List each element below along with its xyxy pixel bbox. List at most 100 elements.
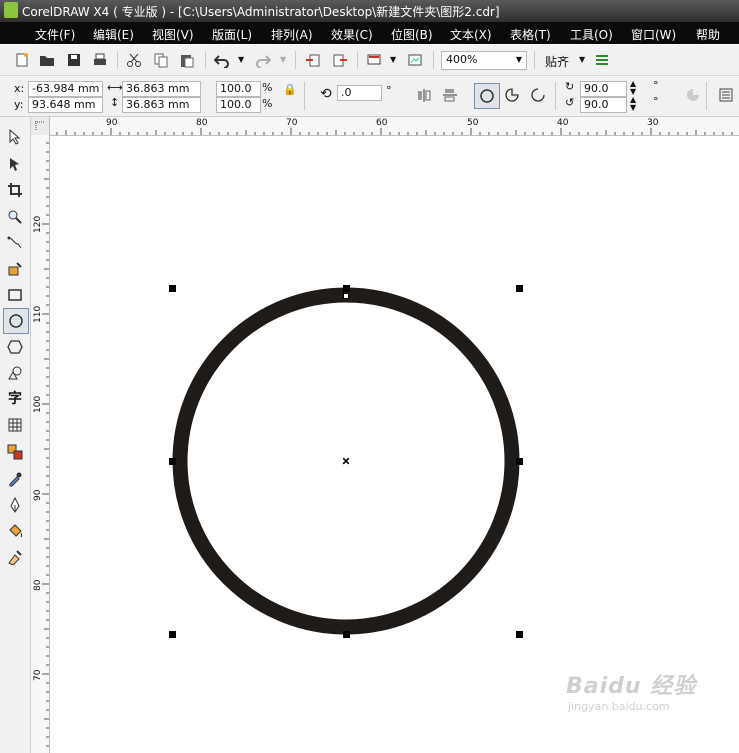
pick-tool[interactable] [5,127,25,147]
selection-handle-top[interactable] [343,285,350,292]
ruler-origin-icon [35,121,45,131]
undo-icon [214,55,229,68]
ellipse-node-handle[interactable] [343,293,349,299]
mirror-horizontal-icon [418,89,431,102]
import-button[interactable] [303,50,323,70]
redo-button[interactable] [253,50,273,70]
interactive-blend-tool[interactable] [5,442,25,462]
selection-handle-right[interactable] [516,458,523,465]
x-position-field[interactable]: -63.984 mm [28,81,103,97]
launcher-dropdown-icon[interactable]: ▼ [390,55,396,64]
options-button[interactable] [592,50,612,70]
smart-fill-tool[interactable] [5,259,25,279]
export-button[interactable] [330,50,350,70]
shape-tool[interactable] [5,154,25,174]
rectangle-tool[interactable] [5,285,25,305]
menu-bitmaps[interactable]: 位图(B) [391,26,433,43]
width-field[interactable]: 36.863 mm [122,81,201,97]
basic-shapes-tool[interactable] [5,363,25,383]
y-position-field[interactable]: 93.648 mm [28,97,103,113]
menu-arrange[interactable]: 排列(A) [271,26,313,43]
scale-y-field[interactable]: 100.0 [216,97,261,113]
rotation-angle-field[interactable]: .0 [337,85,382,101]
freehand-tool[interactable] [5,233,25,253]
open-button[interactable] [37,50,57,70]
selection-handle-bottom-left[interactable] [169,631,176,638]
lock-ratio-icon[interactable]: 🔒 [283,83,297,96]
selection-handle-bottom-right[interactable] [516,631,523,638]
toolbar-separator [555,82,556,110]
menu-layout[interactable]: 版面(L) [212,26,252,43]
selection-handle-bottom[interactable] [343,631,350,638]
pointer-arrow-icon [9,129,21,145]
arc-mode-button[interactable] [528,85,548,105]
fill-tool[interactable] [5,521,25,541]
ellipse-mode-button[interactable] [474,83,500,109]
vertical-ruler[interactable]: 120 110 100 90 80 70 [31,135,50,753]
zoom-tool[interactable] [5,207,25,227]
save-button[interactable] [64,50,84,70]
menu-table[interactable]: 表格(T) [510,26,551,43]
table-tool[interactable] [5,415,25,435]
new-document-button[interactable] [12,50,32,70]
menu-help[interactable]: 帮助 [696,26,720,43]
arc-icon [531,88,545,102]
menu-edit[interactable]: 编辑(E) [93,26,134,43]
cut-button[interactable] [124,50,144,70]
height-field[interactable]: 36.863 mm [122,97,201,113]
direction-toggle-button[interactable] [683,85,703,105]
undo-dropdown-icon[interactable]: ▼ [238,55,244,64]
menu-text[interactable]: 文本(X) [450,26,492,43]
redo-dropdown-icon[interactable]: ▼ [280,55,286,64]
crop-tool[interactable] [5,180,25,200]
snap-to-button[interactable]: 贴齐 [545,53,569,70]
pie-mode-button[interactable] [502,85,522,105]
toolbar-separator [117,51,118,69]
snap-dropdown-icon[interactable]: ▼ [579,55,585,64]
horizontal-ruler[interactable]: 90 80 70 60 50 40 30 [31,117,739,136]
zoom-level-select[interactable]: 400% ▼ [441,51,527,70]
freehand-icon [7,236,22,249]
wrap-text-icon [719,88,733,102]
print-button[interactable] [90,50,110,70]
start-angle-spinner[interactable]: ▲ ▼ [630,80,636,96]
end-angle-field[interactable]: 90.0 [580,97,627,113]
application-launcher-button[interactable] [364,50,384,70]
polygon-tool[interactable] [5,337,25,357]
zoom-level-value: 400% [446,53,478,66]
selection-handle-top-left[interactable] [169,285,176,292]
blend-icon [7,444,23,460]
mirror-vertical-icon [443,89,457,102]
toolbox: 字 [0,117,31,753]
start-angle-field[interactable]: 90.0 [580,81,627,97]
print-icon [94,53,106,65]
menu-file[interactable]: 文件(F) [35,26,75,43]
drawing-canvas[interactable] [50,136,739,753]
mirror-vertical-button[interactable] [440,85,460,105]
mirror-horizontal-button[interactable] [414,85,434,105]
selected-ellipse-shape[interactable] [50,136,739,753]
welcome-screen-button[interactable] [405,50,425,70]
outline-tool[interactable] [5,495,25,515]
paste-icon [181,55,194,68]
scale-x-field[interactable]: 100.0 [216,81,261,97]
ellipse-tool[interactable] [3,308,29,334]
text-tool[interactable]: 字 [5,388,25,408]
copy-button[interactable] [151,50,171,70]
end-angle-spinner[interactable]: ▲ ▼ [630,96,636,112]
crop-icon [8,183,22,197]
paste-button[interactable] [177,50,197,70]
ruler-origin-corner[interactable] [31,117,50,136]
standard-toolbar: ▼ ▼ ▼ 400% ▼ 贴齐 ▼ [0,45,739,76]
eyedropper-tool[interactable] [5,469,25,489]
menu-view[interactable]: 视图(V) [152,26,194,43]
menu-effects[interactable]: 效果(C) [331,26,373,43]
selection-handle-top-right[interactable] [516,285,523,292]
interactive-fill-tool[interactable] [5,547,25,567]
menu-window[interactable]: 窗口(W) [631,26,676,43]
selection-handle-left[interactable] [169,458,176,465]
wrap-text-button[interactable] [716,85,736,105]
menu-tools[interactable]: 工具(O) [570,26,613,43]
undo-button[interactable] [212,50,232,70]
toolbar-separator [304,82,305,110]
